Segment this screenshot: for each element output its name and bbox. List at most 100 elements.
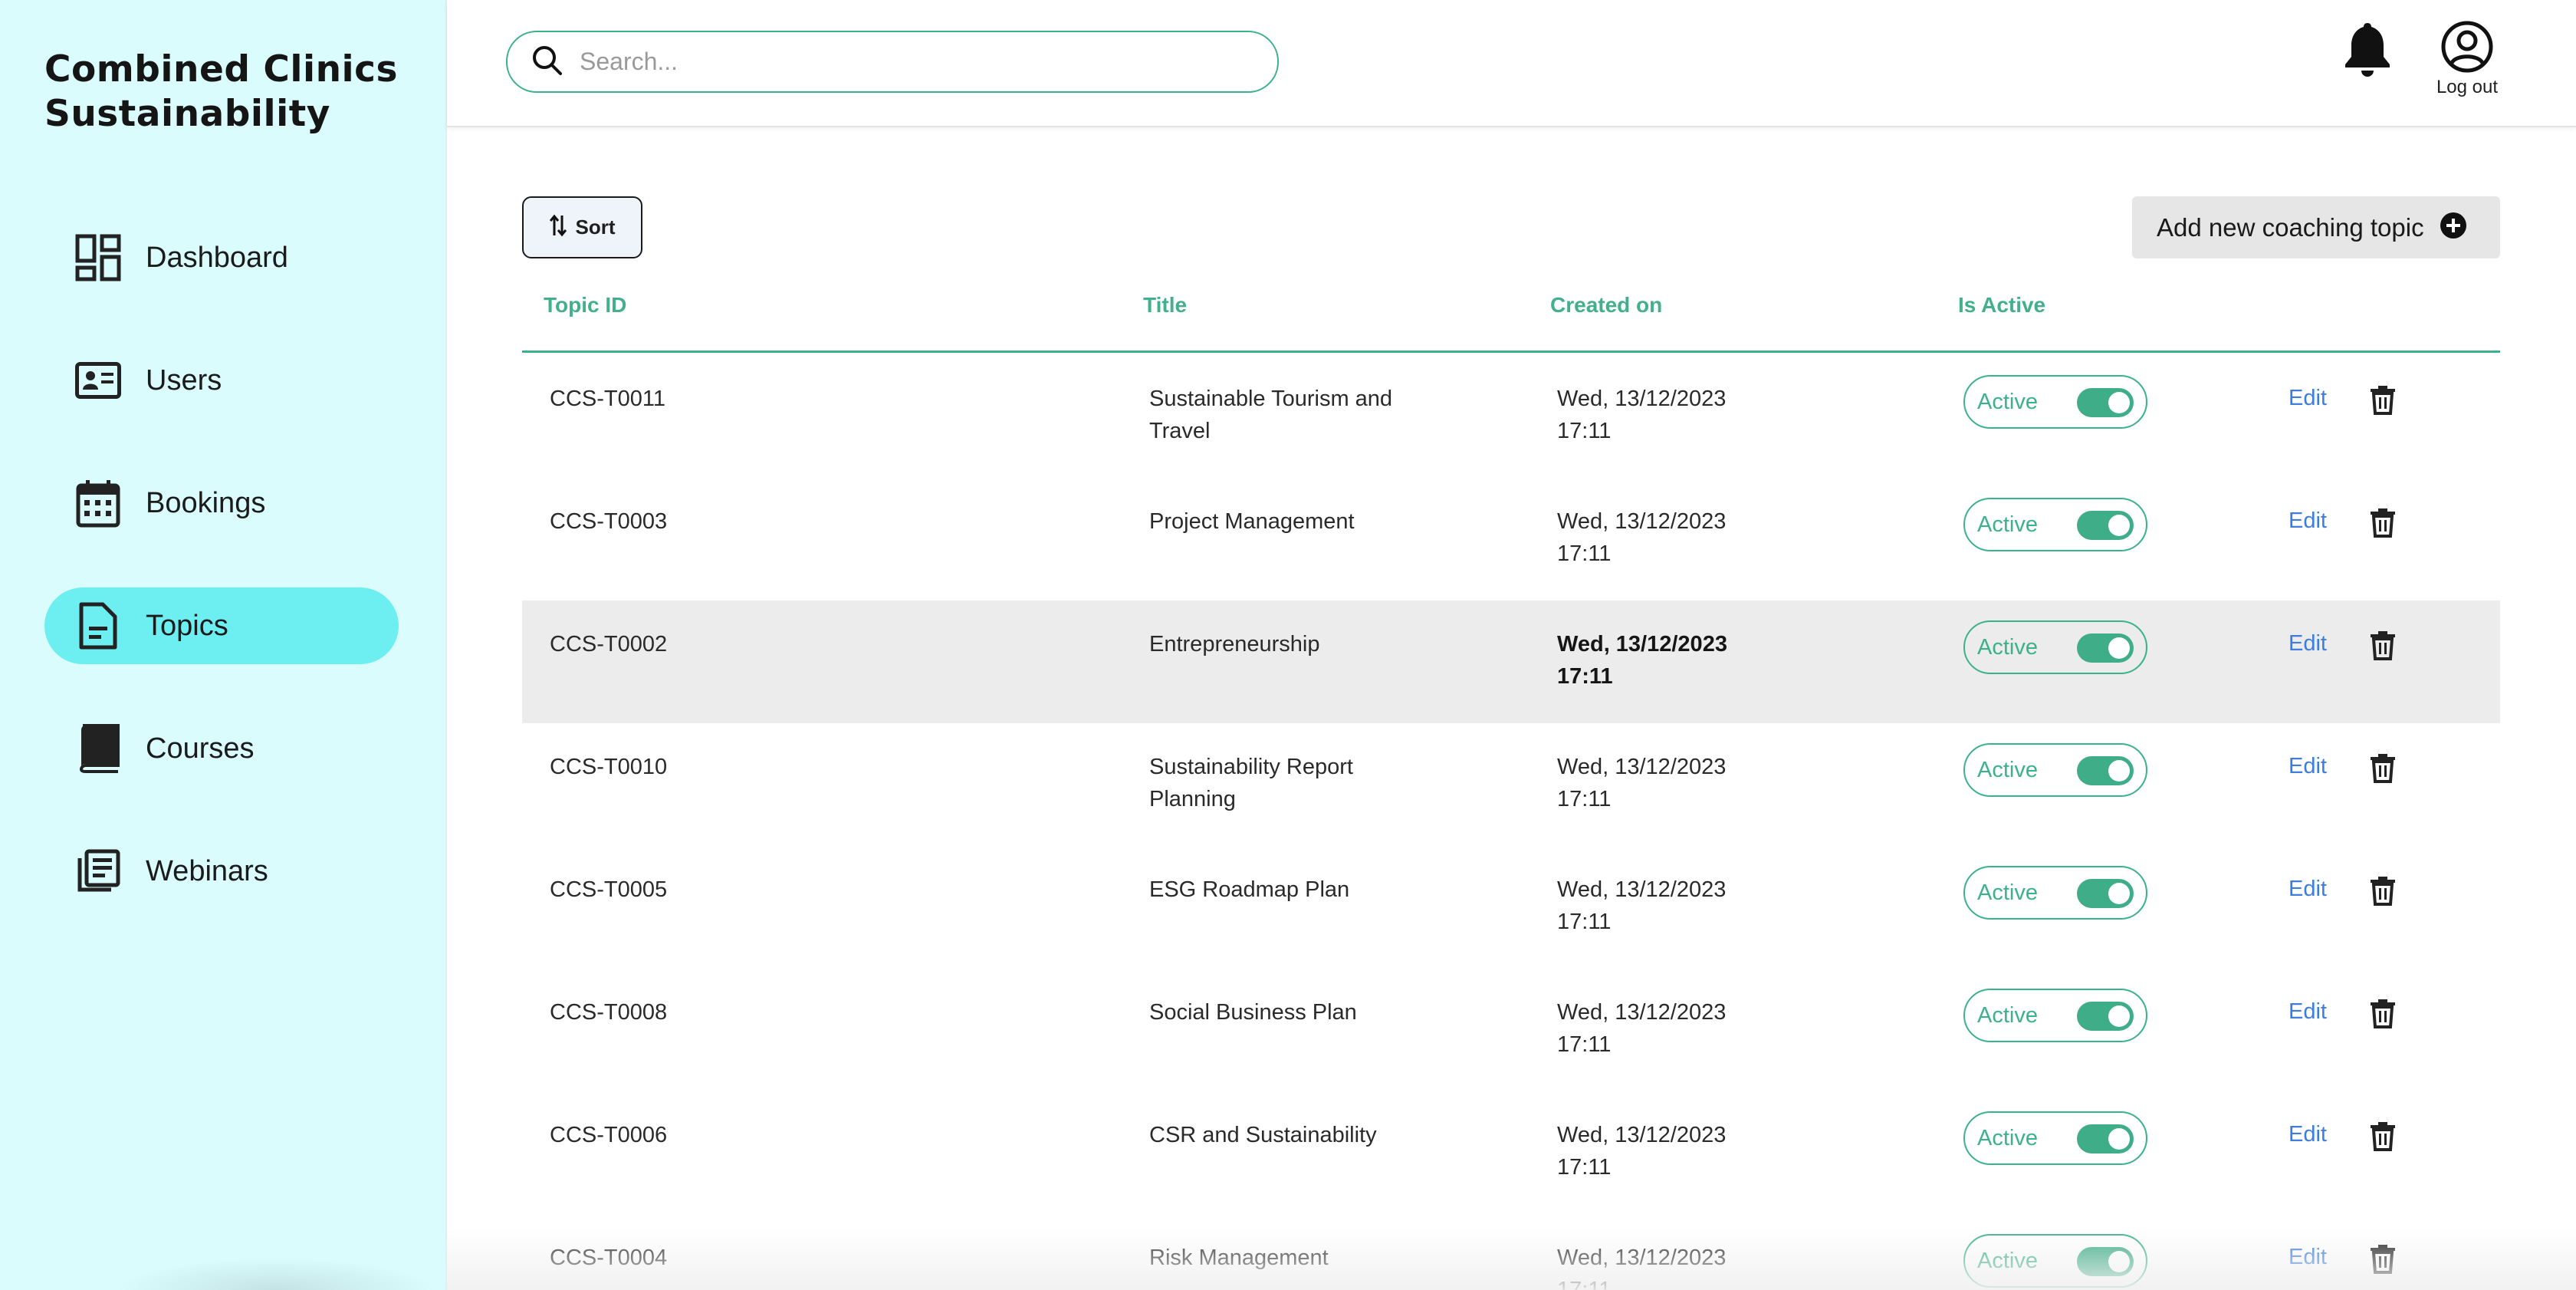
active-toggle[interactable]: Active bbox=[1963, 375, 2147, 429]
sidebar-item-bookings[interactable]: Bookings bbox=[44, 465, 399, 541]
search-box bbox=[506, 31, 1279, 93]
active-status-label: Active bbox=[1977, 1002, 2038, 1028]
title-cell: Entrepreneurship bbox=[1149, 632, 1320, 657]
column-header-title[interactable]: Title bbox=[1143, 293, 1187, 318]
created-on-cell: Wed, 13/12/2023 17:11 bbox=[1557, 751, 1756, 815]
sidebar-item-label: Courses bbox=[146, 732, 255, 765]
id-card-icon bbox=[75, 356, 121, 405]
active-toggle[interactable]: Active bbox=[1963, 498, 2147, 551]
title-cell: Project Management bbox=[1149, 509, 1355, 534]
logout-button[interactable]: Log out bbox=[2417, 20, 2517, 98]
toggle-switch[interactable] bbox=[2077, 1124, 2134, 1153]
search-input[interactable] bbox=[580, 48, 1254, 76]
edit-link[interactable]: Edit bbox=[2288, 631, 2327, 657]
trash-icon[interactable] bbox=[2369, 384, 2397, 415]
created-time: 17:11 bbox=[1557, 910, 1612, 934]
trash-icon[interactable] bbox=[2369, 752, 2397, 783]
active-toggle[interactable]: Active bbox=[1963, 743, 2147, 797]
scroll-shadow bbox=[115, 1258, 437, 1290]
edit-link[interactable]: Edit bbox=[2288, 999, 2327, 1025]
active-status-label: Active bbox=[1977, 757, 2038, 782]
topic-id-cell: CCS-T0002 bbox=[550, 632, 668, 657]
created-date: Wed, 13/12/2023 bbox=[1557, 1246, 1727, 1270]
edit-link[interactable]: Edit bbox=[2288, 1245, 2327, 1270]
sidebar-item-topics[interactable]: Topics bbox=[44, 587, 399, 664]
active-toggle[interactable]: Active bbox=[1963, 1111, 2147, 1165]
edit-link[interactable]: Edit bbox=[2288, 508, 2327, 534]
sidebar-item-users[interactable]: Users bbox=[44, 342, 399, 419]
top-bar: Log out bbox=[447, 0, 2576, 127]
sidebar-item-courses[interactable]: Courses bbox=[44, 710, 399, 787]
toggle-knob bbox=[2108, 637, 2130, 659]
toggle-switch[interactable] bbox=[2077, 1247, 2134, 1276]
toggle-knob bbox=[2108, 760, 2130, 782]
title-cell: CSR and Sustainability bbox=[1149, 1123, 1377, 1147]
table-header: Topic ID Title Created on Is Active bbox=[522, 284, 2500, 353]
toggle-switch[interactable] bbox=[2077, 633, 2134, 663]
created-on-cell: Wed, 13/12/2023 17:11 bbox=[1557, 383, 1756, 447]
trash-icon[interactable] bbox=[2369, 998, 2397, 1028]
sidebar-item-label: Bookings bbox=[146, 486, 266, 519]
sidebar-item-label: Users bbox=[146, 364, 222, 397]
sidebar-item-dashboard[interactable]: Dashboard bbox=[44, 219, 399, 296]
column-header-created-on[interactable]: Created on bbox=[1550, 293, 1662, 318]
created-time: 17:11 bbox=[1557, 1155, 1612, 1180]
created-on-cell: Wed, 13/12/2023 17:11 bbox=[1557, 1242, 1756, 1290]
title-cell: ESG Roadmap Plan bbox=[1149, 877, 1350, 902]
toggle-switch[interactable] bbox=[2077, 388, 2134, 417]
created-date: Wed, 13/12/2023 bbox=[1557, 1000, 1727, 1025]
created-date: Wed, 13/12/2023 bbox=[1557, 632, 1727, 657]
edit-link[interactable]: Edit bbox=[2288, 1122, 2327, 1147]
topic-id-cell: CCS-T0008 bbox=[550, 1000, 668, 1025]
add-topic-label: Add new coaching topic bbox=[2157, 212, 2424, 242]
column-header-topic-id[interactable]: Topic ID bbox=[544, 293, 626, 318]
trash-icon[interactable] bbox=[2369, 1243, 2397, 1274]
sort-button[interactable]: Sort bbox=[522, 196, 642, 258]
created-on-cell: Wed, 13/12/2023 17:11 bbox=[1557, 628, 1756, 693]
toggle-switch[interactable] bbox=[2077, 511, 2134, 540]
toggle-knob bbox=[2108, 392, 2130, 413]
created-on-cell: Wed, 13/12/2023 17:11 bbox=[1557, 996, 1756, 1061]
created-time: 17:11 bbox=[1557, 787, 1612, 811]
active-status-label: Active bbox=[1977, 389, 2038, 414]
table-row: CCS-T0011 Sustainable Tourism and Travel… bbox=[522, 355, 2500, 478]
sort-arrows-icon bbox=[549, 214, 567, 241]
toggle-knob bbox=[2108, 1251, 2130, 1272]
active-toggle[interactable]: Active bbox=[1963, 989, 2147, 1042]
table-row: CCS-T0004 Risk Management Wed, 13/12/202… bbox=[522, 1214, 2500, 1290]
created-time: 17:11 bbox=[1557, 1278, 1612, 1290]
trash-icon[interactable] bbox=[2369, 1121, 2397, 1151]
toggle-knob bbox=[2108, 1005, 2130, 1027]
title-cell: Risk Management bbox=[1149, 1246, 1329, 1270]
toggle-switch[interactable] bbox=[2077, 1002, 2134, 1031]
trash-icon[interactable] bbox=[2369, 875, 2397, 906]
edit-link[interactable]: Edit bbox=[2288, 877, 2327, 902]
created-on-cell: Wed, 13/12/2023 17:11 bbox=[1557, 874, 1756, 938]
table-row: CCS-T0006 CSR and Sustainability Wed, 13… bbox=[522, 1091, 2500, 1214]
edit-link[interactable]: Edit bbox=[2288, 386, 2327, 411]
trash-icon[interactable] bbox=[2369, 630, 2397, 660]
user-circle-icon bbox=[2417, 20, 2517, 74]
toggle-switch[interactable] bbox=[2077, 756, 2134, 785]
active-toggle[interactable]: Active bbox=[1963, 866, 2147, 920]
topic-id-cell: CCS-T0006 bbox=[550, 1123, 668, 1147]
active-toggle[interactable]: Active bbox=[1963, 620, 2147, 674]
column-header-is-active[interactable]: Is Active bbox=[1958, 293, 2045, 318]
edit-link[interactable]: Edit bbox=[2288, 754, 2327, 779]
created-time: 17:11 bbox=[1557, 1032, 1612, 1057]
notifications-bell-icon[interactable] bbox=[2341, 20, 2394, 78]
sidebar-item-webinars[interactable]: Webinars bbox=[44, 833, 399, 910]
table-row: CCS-T0005 ESG Roadmap Plan Wed, 13/12/20… bbox=[522, 846, 2500, 969]
table-row: CCS-T0003 Project Management Wed, 13/12/… bbox=[522, 478, 2500, 601]
trash-icon[interactable] bbox=[2369, 507, 2397, 538]
brand-title: Combined Clinics Sustainability bbox=[44, 48, 412, 137]
active-toggle[interactable]: Active bbox=[1963, 1234, 2147, 1288]
active-status-label: Active bbox=[1977, 634, 2038, 660]
topic-id-cell: CCS-T0005 bbox=[550, 877, 668, 902]
created-date: Wed, 13/12/2023 bbox=[1557, 387, 1727, 411]
sort-label: Sort bbox=[575, 216, 616, 239]
sidebar-item-label: Dashboard bbox=[146, 241, 288, 274]
title-cell: Sustainability Report Planning bbox=[1149, 755, 1353, 811]
add-coaching-topic-button[interactable]: Add new coaching topic bbox=[2132, 196, 2500, 258]
toggle-switch[interactable] bbox=[2077, 879, 2134, 908]
